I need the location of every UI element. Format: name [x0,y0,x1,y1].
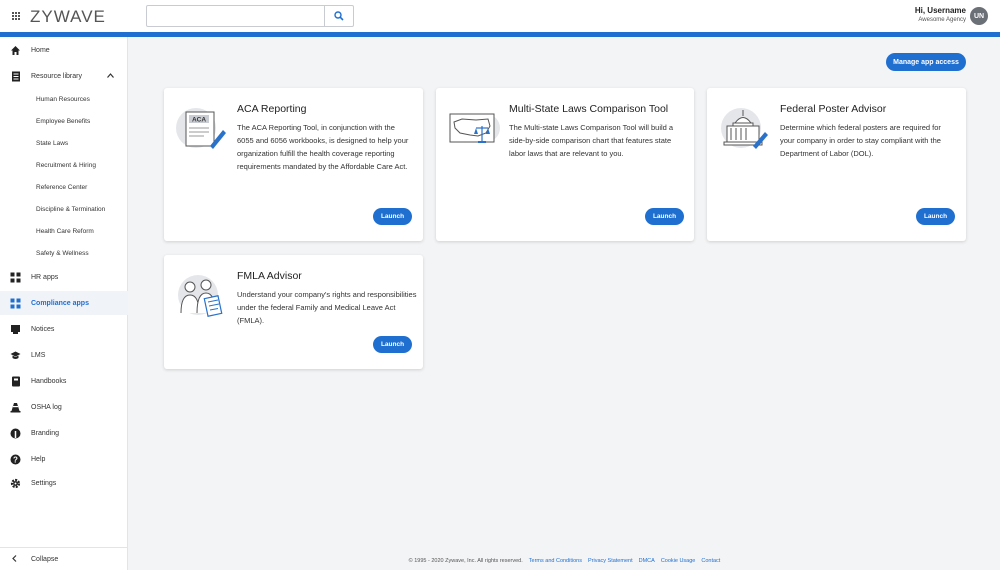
logo[interactable]: ZYWAVE [30,7,106,27]
sidebar-item-osha-log[interactable]: OSHA log [0,395,128,419]
sidebar-item-label: Home [31,46,50,54]
app-card-federal-poster-advisor: Federal Poster Advisor Determine which f… [707,88,966,241]
sidebar-item-label: Notices [31,325,55,333]
graduation-cap-icon [10,350,21,361]
user-agency: Awesome Agency [918,17,966,23]
sidebar-item-label: Resource library [31,72,82,80]
search-input[interactable] [147,6,325,26]
launch-button[interactable]: Launch [373,208,412,225]
home-icon [10,45,21,56]
footer: © 1995 - 2020 Zywave, Inc. All rights re… [129,551,1000,570]
sidebar: Home Resource library Human Resources Em… [0,37,128,570]
card-description: Determine which federal posters are requ… [780,123,941,158]
copyright-text: © 1995 - 2020 Zywave, Inc. All rights re… [408,557,523,564]
sidebar-subitem[interactable]: State Laws [36,140,68,147]
app-grid-icon[interactable] [12,12,20,20]
sidebar-subitem[interactable]: Safety & Wellness [36,250,89,257]
chevron-left-icon [12,554,17,564]
book-icon [10,376,21,387]
user-info[interactable]: Hi, Username Awesome Agency [915,6,966,23]
sidebar-item-resource-library[interactable]: Resource library [0,64,128,88]
card-title: Federal Poster Advisor [780,103,887,115]
user-greeting: Hi, Username [914,6,966,15]
sidebar-subitem[interactable]: Health Care Reform [36,228,94,235]
header-accent-bar [0,32,1000,37]
sidebar-item-settings[interactable]: Settings [0,471,128,495]
sidebar-item-lms[interactable]: LMS [0,343,128,367]
aca-document-illustration: ACA [176,106,228,152]
gear-icon [10,478,21,489]
app-card-fmla-advisor: FMLA Advisor Understand your company's r… [164,255,423,369]
library-icon [10,71,21,82]
sidebar-item-label: Handbooks [31,377,67,385]
sidebar-item-help[interactable]: ? Help [0,447,128,471]
sidebar-subitem[interactable]: Recruitment & Hiring [36,162,96,169]
sidebar-subitem[interactable]: Human Resources [36,96,90,103]
sidebar-subitem[interactable]: Reference Center [36,184,87,191]
us-map-illustration [448,106,500,152]
card-title: FMLA Advisor [237,270,302,282]
sidebar-item-label: Branding [31,429,60,437]
app-card-aca-reporting: ACA ACA Reporting The ACA Reporting Tool… [164,88,423,241]
app-card-multi-state-laws: Multi-State Laws Comparison Tool The Mul… [436,88,694,241]
apps-icon [10,298,21,309]
family-illustration [176,273,228,319]
chevron-up-icon[interactable] [107,72,114,80]
sidebar-item-branding[interactable]: Branding [0,421,128,445]
sidebar-item-label: HR apps [31,273,59,281]
sidebar-item-home[interactable]: Home [0,38,128,62]
top-header: ZYWAVE Hi, Username Awesome Agency UN [0,0,1000,32]
card-title: Multi-State Laws Comparison Tool [509,103,669,115]
sidebar-item-label: LMS [31,351,46,359]
footer-link-privacy[interactable]: Privacy Statement [588,558,633,564]
sidebar-subitem[interactable]: Employee Benefits [36,118,90,125]
card-description: Understand your company's rights and res… [237,290,417,325]
footer-link-cookie-usage[interactable]: Cookie Usage [661,558,696,564]
sidebar-item-label: OSHA log [31,403,62,411]
sidebar-subitem[interactable]: Discipline & Termination [36,206,105,213]
sidebar-item-label: Compliance apps [31,299,89,307]
capitol-building-illustration [719,106,771,152]
collapse-button[interactable]: Collapse [0,547,128,570]
launch-button[interactable]: Launch [373,336,412,353]
illustration-label: ACA [192,117,206,124]
footer-link-terms[interactable]: Terms and Conditions [529,558,582,564]
sidebar-item-compliance-apps[interactable]: Compliance apps [0,291,128,315]
footer-link-dmca[interactable]: DMCA [639,558,655,564]
card-description: The ACA Reporting Tool, in conjunction w… [237,123,409,171]
sidebar-item-label: Help [31,455,46,463]
help-icon: ? [10,454,21,465]
search-box [146,5,354,27]
cone-icon [10,402,21,413]
search-icon [334,11,344,21]
manage-app-access-button[interactable]: Manage app access [886,53,966,71]
footer-link-contact[interactable]: Contact [701,558,720,564]
sidebar-item-hr-apps[interactable]: HR apps [0,265,128,289]
card-description: The Multi-state Laws Comparison Tool wil… [509,123,674,158]
sidebar-item-notices[interactable]: Notices [0,317,128,341]
branding-icon [10,428,21,439]
svg-text:?: ? [13,455,18,464]
apps-icon [10,272,21,283]
avatar[interactable]: UN [970,7,988,25]
search-button[interactable] [324,6,353,26]
collapse-label: Collapse [31,555,59,563]
sidebar-item-label: Settings [31,479,57,487]
sidebar-item-handbooks[interactable]: Handbooks [0,369,128,393]
launch-button[interactable]: Launch [916,208,955,225]
launch-button[interactable]: Launch [645,208,684,225]
card-title: ACA Reporting [237,103,307,115]
notices-icon [10,324,21,335]
